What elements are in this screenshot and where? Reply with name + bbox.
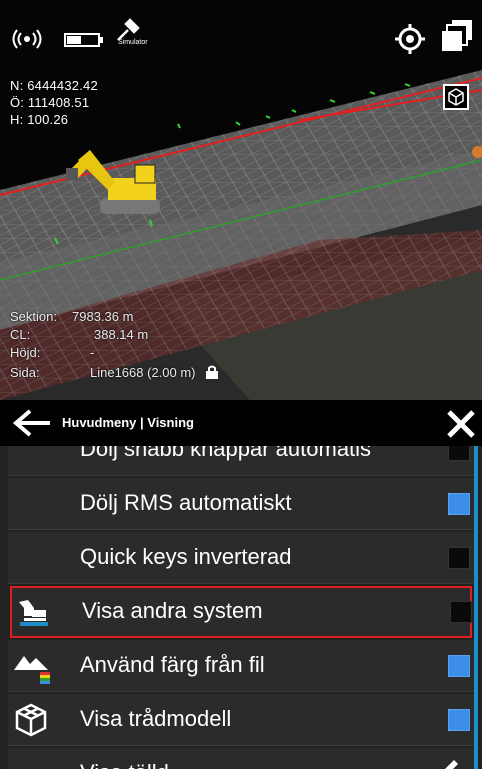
battery-icon	[64, 33, 103, 47]
item-label: Använd färg från fil	[80, 652, 265, 677]
item-label: Visa andra system	[82, 598, 263, 623]
checkbox[interactable]	[448, 446, 470, 461]
list-item-hide-quick-buttons[interactable]: Dölj snabb knappar automatis	[8, 446, 474, 476]
back-arrow-icon[interactable]	[12, 408, 52, 438]
menu-header: Huvudmeny | Visning	[0, 400, 482, 446]
checkbox[interactable]	[448, 547, 470, 569]
item-label: Visa tälld	[80, 760, 169, 769]
list-item-show-wireframe[interactable]: Visa trådmodell	[8, 694, 474, 746]
settings-list[interactable]: Dölj snabb knappar automatis Dölj RMS au…	[0, 446, 482, 769]
info-section: Sektion: 7983.36 m	[10, 309, 134, 324]
wireframe-cube-icon	[15, 703, 47, 737]
3d-viewport[interactable]: Simulator N: 6444432.42 Ö: 111408.51 H: …	[0, 0, 482, 400]
item-label: Visa trådmodell	[80, 706, 232, 731]
status-bar: Simulator	[0, 0, 482, 60]
info-cl: CL: 388.14 m	[10, 327, 149, 342]
north-coordinate: N: 6444432.42	[10, 78, 98, 93]
info-side: Sida: Line1668 (2.00 m)	[10, 365, 219, 380]
east-coordinate: Ö: 111408.51	[10, 95, 90, 110]
close-icon[interactable]	[445, 408, 477, 440]
item-label: Dölj RMS automatiskt	[80, 490, 292, 515]
list-item-quick-keys-inverted[interactable]: Quick keys inverterad	[8, 532, 474, 584]
checkbox[interactable]	[448, 655, 470, 677]
item-label: Dölj snabb knappar automatis	[80, 446, 372, 461]
list-item-partial[interactable]: Visa tälld	[8, 748, 474, 769]
terrain-color-icon	[14, 656, 50, 684]
lock-icon	[206, 365, 219, 379]
list-item-show-other-systems[interactable]: Visa andra system	[10, 586, 472, 638]
breadcrumb: Huvudmeny | Visning	[62, 415, 194, 430]
scrollbar[interactable]	[474, 446, 478, 769]
list-item-use-file-color[interactable]: Använd färg från fil	[8, 640, 474, 692]
checkbox[interactable]	[448, 493, 470, 515]
simulator-label: Simulator	[118, 39, 148, 46]
pencil-icon	[445, 760, 458, 769]
item-label: Quick keys inverterad	[80, 544, 292, 569]
checkbox[interactable]	[448, 709, 470, 731]
height-coordinate: H: 100.26	[10, 112, 69, 127]
checkbox[interactable]	[450, 601, 472, 623]
info-height: Höjd: -	[10, 345, 95, 360]
layers-icon[interactable]	[440, 18, 474, 54]
signal-icon	[12, 29, 42, 49]
excavator-icon	[19, 600, 48, 626]
view-cube-icon[interactable]	[443, 84, 469, 110]
list-item-hide-rms[interactable]: Dölj RMS automatiskt	[8, 478, 474, 530]
locate-icon[interactable]	[394, 23, 426, 55]
